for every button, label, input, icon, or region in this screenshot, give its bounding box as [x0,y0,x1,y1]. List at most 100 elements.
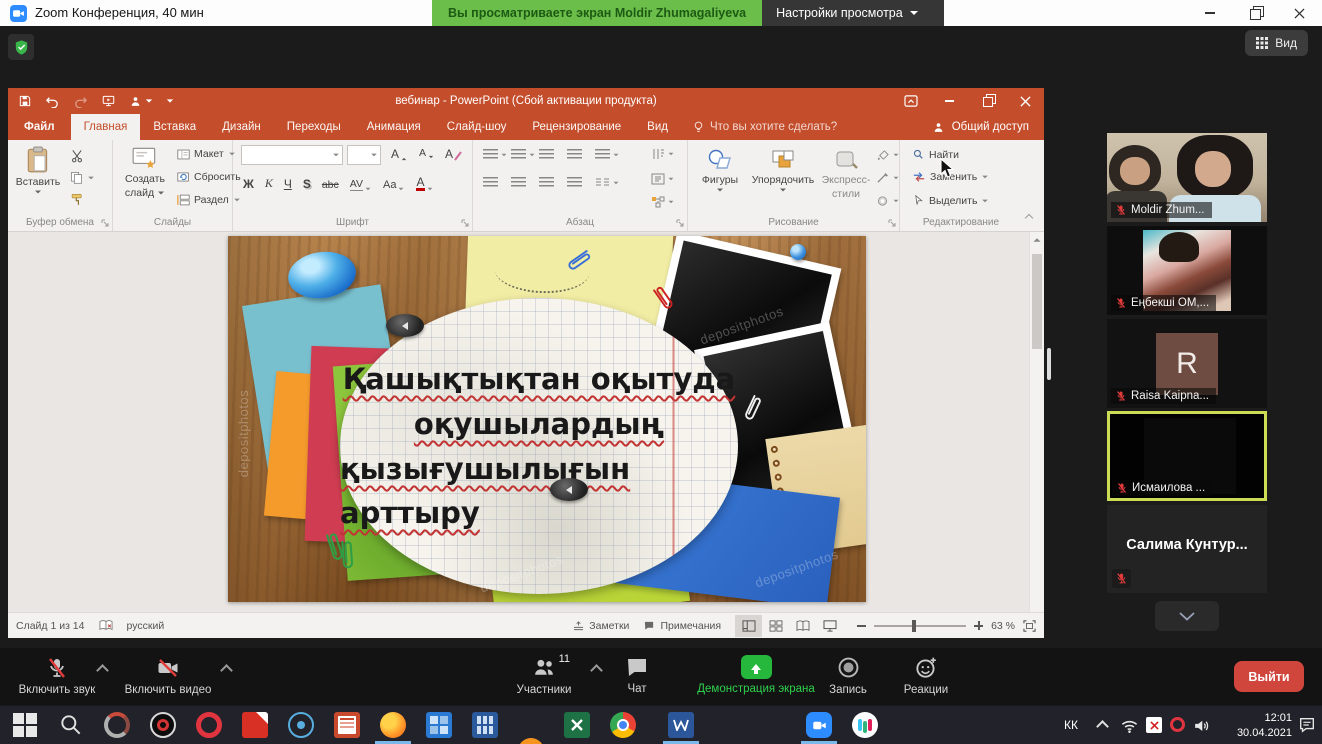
start-video-button[interactable]: Включить видео [118,656,218,696]
security-shield-icon[interactable] [8,34,34,60]
view-button[interactable]: Вид [1245,30,1308,56]
taskbar-calculator-icon[interactable] [472,712,498,738]
shared-screen-scrollbar[interactable] [1047,348,1051,380]
taskbar-scratch-icon[interactable] [518,738,544,744]
bullets-button[interactable] [483,149,508,160]
chat-button[interactable]: Чат [614,655,660,695]
align-text-button[interactable] [651,173,675,185]
grow-font-button[interactable]: А [391,147,408,161]
close-button[interactable] [1277,0,1322,26]
wifi-icon[interactable] [1120,716,1139,735]
collapse-ribbon-icon[interactable] [1025,214,1033,222]
taskbar-chrome-icon[interactable] [610,712,636,738]
ppt-minimize-button[interactable] [930,88,968,114]
ppt-close-button[interactable] [1006,88,1044,114]
zoom-level[interactable]: 63 % [991,620,1015,632]
start-slideshow-icon[interactable] [101,94,116,108]
leave-button[interactable]: Выйти [1234,661,1304,692]
tab-design[interactable]: Дизайн [209,114,274,140]
arrange-button[interactable]: Упорядочить [748,148,818,192]
participants-button[interactable]: 11 Участники [506,655,582,696]
cut-button[interactable] [70,149,84,163]
redo-icon[interactable] [73,95,88,108]
increase-indent-button[interactable] [567,149,582,160]
presenter-icon[interactable] [129,95,153,108]
more-participants-button[interactable] [1155,601,1219,631]
taskbar-search-icon[interactable] [58,712,84,738]
zoom-in-button[interactable] [974,621,983,630]
clipboard-dialog-launcher[interactable] [101,219,109,227]
align-left-button[interactable] [483,177,498,188]
tell-me-box[interactable]: Что вы хотите сделать? [681,114,849,140]
font-size-combo[interactable] [347,145,381,165]
video-tile-ismailova-active[interactable]: Исмаилова ... [1107,411,1267,501]
font-name-combo[interactable] [241,145,343,165]
video-tile-moldir[interactable]: Moldir Zhum... [1107,133,1267,222]
minimize-button[interactable] [1187,0,1232,26]
taskbar-firefox-icon[interactable] [380,712,406,738]
tab-slideshow[interactable]: Слайд-шоу [434,114,520,140]
tray-opera-icon[interactable] [1170,717,1185,732]
language-indicator[interactable]: русский [127,620,165,632]
video-tile-raisa[interactable]: R Исмаилова ... Raisa Kaipna... [1107,319,1267,408]
speaker-icon[interactable] [1192,716,1211,735]
qat-customize-icon[interactable] [167,99,173,102]
bold-button[interactable]: Ж [243,177,254,191]
character-spacing-button[interactable]: AV [350,178,372,191]
record-button[interactable]: Запись [820,655,876,696]
font-dialog-launcher[interactable] [461,219,469,227]
taskbar-red-app-icon[interactable] [242,712,268,738]
share-button[interactable]: Общий доступ [917,114,1044,140]
font-color-button[interactable]: А [416,176,433,191]
taskbar-clock[interactable]: 12:01 30.04.2021 [1222,711,1292,740]
slide-title-placeholder[interactable]: Қашықтықтан оқытуда оқушылардың қызығушы… [340,298,738,594]
taskbar-excel-icon[interactable] [564,712,590,738]
spell-check-icon[interactable] [99,619,113,632]
normal-view-button[interactable] [735,615,762,637]
tab-insert[interactable]: Вставка [140,114,209,140]
shapes-button[interactable]: Фигуры [696,148,744,192]
ppt-restore-button[interactable] [968,88,1006,114]
taskbar-powerpoint-icon[interactable] [334,712,360,738]
slide-audio-button-top[interactable] [386,314,424,337]
notes-button[interactable]: Заметки [573,620,629,632]
paragraph-dialog-launcher[interactable] [676,219,684,227]
slide-sorter-view-button[interactable] [762,615,789,637]
tab-view[interactable]: Вид [634,114,681,140]
save-icon[interactable] [18,94,32,108]
section-button[interactable]: Раздел [177,194,241,206]
reactions-button[interactable]: Реакции [896,655,956,696]
slide-canvas[interactable]: depositphotos depositphotos depositphoto… [228,236,866,602]
taskbar-recorder-icon[interactable] [104,712,130,738]
shrink-font-button[interactable]: А [419,147,435,159]
strikethrough-button[interactable]: abc [322,179,339,191]
columns-button[interactable] [595,177,620,189]
zoom-out-button[interactable] [857,625,866,627]
text-direction-button[interactable] [651,147,675,161]
taskbar-word-icon[interactable] [668,712,694,738]
shape-outline-button[interactable] [876,172,900,184]
select-button[interactable]: Выделить [912,194,989,207]
participants-chevron[interactable] [590,664,603,677]
smartart-button[interactable] [651,196,675,208]
reset-button[interactable]: Сбросить [177,171,241,183]
taskbar-dvr-icon[interactable] [288,712,314,738]
video-options-chevron[interactable] [220,664,233,677]
view-settings-dropdown[interactable]: Настройки просмотра [762,0,944,26]
align-center-button[interactable] [511,177,526,188]
decrease-indent-button[interactable] [539,149,554,160]
underline-button[interactable]: Ч [284,177,292,191]
zoom-slider-thumb[interactable] [912,620,916,632]
slide-scrollbar[interactable] [1029,232,1044,612]
share-screen-button[interactable]: Демонстрация экрана [676,655,836,695]
taskbar-slack-icon[interactable] [852,712,878,738]
slide-audio-button-bottom[interactable] [550,478,588,501]
start-button-icon[interactable] [12,712,38,738]
taskbar-capture-icon[interactable] [150,712,176,738]
restore-button[interactable] [1232,0,1277,26]
line-spacing-button[interactable] [595,149,620,160]
text-shadow-button[interactable]: S [303,177,311,191]
video-tile-enbekshi[interactable]: Еңбекші ОМ,... [1107,226,1267,315]
shape-fill-button[interactable] [876,149,900,161]
italic-button[interactable]: К [265,176,273,191]
